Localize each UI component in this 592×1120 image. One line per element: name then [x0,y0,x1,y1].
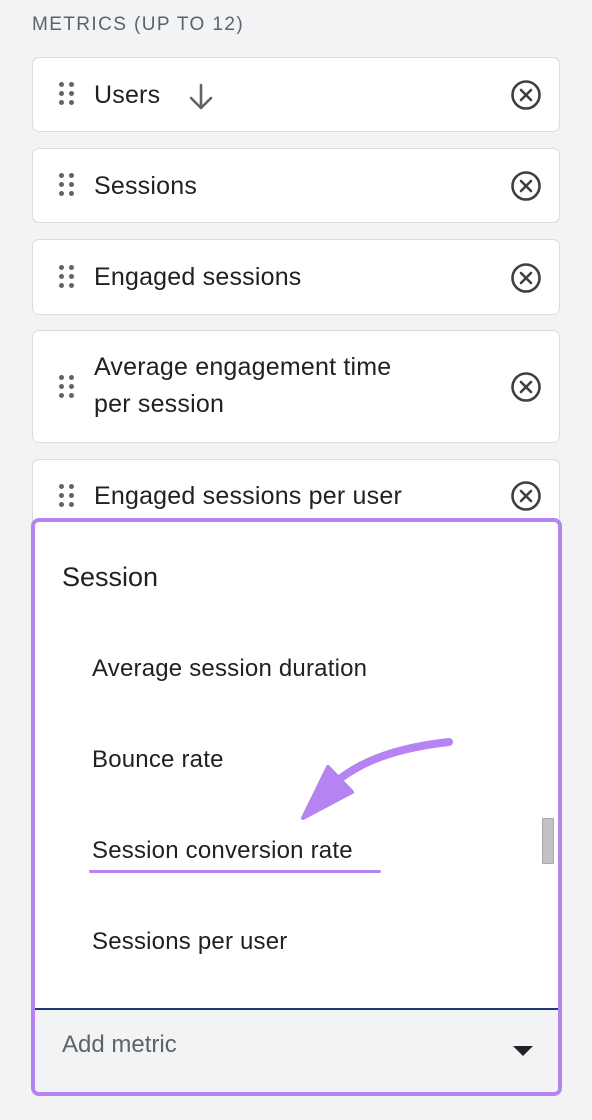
close-circle-icon[interactable] [510,480,542,512]
metric-chip-sessions[interactable]: Sessions [32,148,560,223]
menu-group-heading: Session [62,562,159,592]
metric-label-line-2: per session [94,390,225,418]
metric-chip-engaged-sessions[interactable]: Engaged sessions [32,239,560,315]
add-metric-select[interactable]: Add metric [35,1008,558,1092]
metric-label: Users [94,81,161,109]
caret-down-icon[interactable] [513,1046,533,1056]
metric-label: Engaged sessions per user [94,482,402,510]
close-circle-icon[interactable] [510,79,542,111]
close-circle-icon[interactable] [510,262,542,294]
menu-item-bounce-rate[interactable]: Bounce rate [92,746,224,774]
metric-chip-users[interactable]: Users [32,57,560,132]
add-metric-placeholder: Add metric [62,1031,177,1058]
metric-chip-average-engagement-time[interactable]: Average engagement time per session [32,330,560,443]
annotation-arrow-icon [301,738,453,820]
section-title: METRICS (UP TO 12) [32,14,245,35]
drag-handle-icon[interactable] [59,265,75,289]
add-metric-dropdown[interactable]: Session Average session duration Bounce … [31,518,562,1096]
menu-item-sessions-per-user[interactable]: Sessions per user [92,928,288,956]
metric-label: Engaged sessions [94,263,302,291]
arrow-down-icon[interactable] [188,83,214,111]
close-circle-icon[interactable] [510,170,542,202]
menu-item-average-session-duration[interactable]: Average session duration [92,655,367,683]
scrollbar-thumb[interactable] [542,818,554,864]
highlight-underline [89,870,381,873]
menu-item-session-conversion-rate[interactable]: Session conversion rate [92,837,353,865]
drag-handle-icon[interactable] [59,375,75,399]
drag-handle-icon[interactable] [59,484,75,508]
metric-label: Sessions [94,172,198,200]
drag-handle-icon[interactable] [59,82,75,106]
metric-label-line-1: Average engagement time [94,353,392,381]
close-circle-icon[interactable] [510,371,542,403]
drag-handle-icon[interactable] [59,173,75,197]
